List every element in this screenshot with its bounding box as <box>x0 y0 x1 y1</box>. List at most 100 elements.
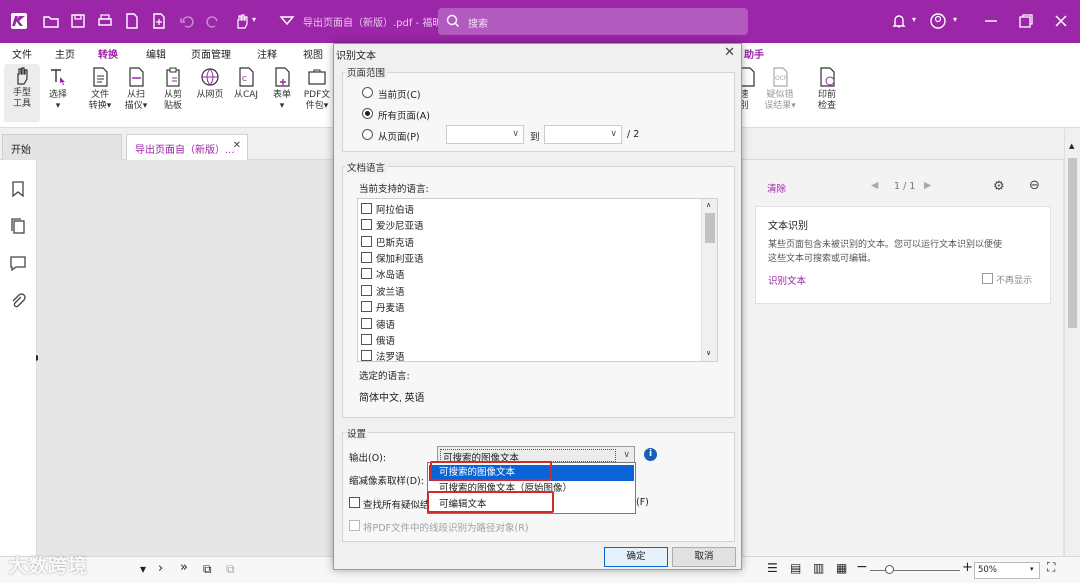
zoom-slider[interactable] <box>870 570 960 571</box>
search-input[interactable]: 搜索 <box>438 8 748 35</box>
language-checkbox[interactable] <box>361 252 372 263</box>
list-item[interactable]: 丹麦语 <box>361 299 691 315</box>
to-page-select[interactable]: ∨ <box>544 125 622 144</box>
chevron-down-icon[interactable]: ▾ <box>912 15 930 33</box>
list-item[interactable]: 波兰语 <box>361 283 691 299</box>
find-suspects-checkbox[interactable] <box>349 497 360 508</box>
open-folder-icon[interactable] <box>42 12 60 30</box>
paste-icon[interactable]: ⧉ <box>226 562 235 577</box>
single-page-icon[interactable]: ☰ <box>767 561 778 575</box>
print-icon[interactable] <box>96 12 114 30</box>
close-icon[interactable] <box>1052 12 1070 30</box>
clear-link[interactable]: 清除 <box>767 181 786 195</box>
from-caj-button[interactable]: C 从CAJ <box>228 66 264 101</box>
language-checkbox[interactable] <box>361 236 372 247</box>
save-icon[interactable] <box>69 12 87 30</box>
language-list[interactable]: 阿拉伯语 爱沙尼亚语 巴斯克语 保加利亚语 冰岛语 波兰语 丹麦语 德语 俄语 … <box>357 198 718 362</box>
hand-tool-button[interactable]: 手型 工具 <box>4 64 40 122</box>
menu-organize[interactable]: 页面管理 <box>191 46 231 61</box>
list-item[interactable]: 保加利亚语 <box>361 250 691 266</box>
language-checkbox[interactable] <box>361 203 372 214</box>
prev-page-icon[interactable]: ▾ <box>140 562 146 576</box>
list-item[interactable]: 巴斯克语 <box>361 234 691 250</box>
last-page-icon[interactable]: » <box>180 560 188 575</box>
fullscreen-icon[interactable]: ⛶ <box>1047 560 1055 575</box>
form-button[interactable]: 表单 ▾ <box>264 66 300 112</box>
settings-gear-icon[interactable]: ⚙ <box>993 179 1005 194</box>
next-arrow-icon[interactable]: ▶ <box>924 180 931 191</box>
zoom-select[interactable]: 50% ▾ <box>974 562 1040 579</box>
chevron-down-icon[interactable]: ▾ <box>953 15 971 33</box>
close-icon[interactable]: ✕ <box>724 45 735 60</box>
copy-icon[interactable]: ⧉ <box>203 562 212 577</box>
close-tab-icon[interactable]: ✕ <box>233 140 241 151</box>
list-item[interactable]: 德语 <box>361 316 691 332</box>
tab-document[interactable]: 导出页面自（新版）... ✕ <box>126 134 248 160</box>
recognize-text-link[interactable]: 识别文本 <box>768 273 806 287</box>
suspect-results-button[interactable]: OCR 疑似错 误结果▾ <box>760 66 800 112</box>
list-item[interactable]: 冰岛语 <box>361 266 691 282</box>
from-page-radio[interactable] <box>362 129 373 140</box>
menu-view[interactable]: 视图 <box>303 46 323 61</box>
preflight-button[interactable]: 印前 检查 <box>809 66 845 112</box>
chevron-down-icon[interactable]: ▾ <box>252 15 270 33</box>
prev-arrow-icon[interactable]: ◀ <box>871 180 878 191</box>
comment-icon[interactable] <box>9 254 27 272</box>
language-list-scrollbar[interactable]: ∧ ∨ <box>701 199 717 361</box>
scroll-thumb[interactable] <box>1068 158 1077 328</box>
language-checkbox[interactable] <box>361 285 372 296</box>
line-paths-checkbox[interactable] <box>349 520 360 531</box>
dont-show-checkbox[interactable] <box>982 273 993 284</box>
list-item[interactable]: 阿拉伯语 <box>361 201 691 217</box>
language-checkbox[interactable] <box>361 219 372 230</box>
bookmark-icon[interactable] <box>9 180 27 198</box>
menu-comment[interactable]: 注释 <box>257 46 277 61</box>
bell-icon[interactable] <box>890 12 908 30</box>
tab-home[interactable]: 开始 <box>2 134 122 160</box>
cover-icon[interactable]: ▦ <box>836 561 847 575</box>
undo-icon[interactable] <box>178 12 196 30</box>
current-page-radio[interactable] <box>362 87 373 98</box>
next-page-icon[interactable]: › <box>158 561 163 576</box>
file-convert-button[interactable]: 文件 转换▾ <box>82 66 118 112</box>
from-clipboard-button[interactable]: 从剪 贴板 <box>155 66 191 112</box>
scroll-thumb[interactable] <box>705 213 715 243</box>
all-pages-radio[interactable] <box>362 108 373 119</box>
menu-file[interactable]: 文件 <box>12 46 32 61</box>
new-doc-icon[interactable] <box>123 12 141 30</box>
vertical-scrollbar[interactable]: ▲ <box>1064 128 1080 556</box>
redo-icon[interactable] <box>204 12 222 30</box>
attachment-icon[interactable] <box>9 292 27 310</box>
language-checkbox[interactable] <box>361 350 372 361</box>
select-button[interactable]: 选择 ▾ <box>40 66 76 112</box>
menu-edit[interactable]: 编辑 <box>146 46 166 61</box>
ok-button[interactable]: 确定 <box>604 547 668 567</box>
list-item[interactable]: 爱沙尼亚语 <box>361 217 691 233</box>
language-checkbox[interactable] <box>361 318 372 329</box>
cancel-button[interactable]: 取消 <box>672 547 736 567</box>
collapse-icon[interactable]: ⊖ <box>1029 178 1040 193</box>
continuous-icon[interactable]: ▤ <box>790 561 801 575</box>
from-scanner-button[interactable]: 从扫 描仪▾ <box>118 66 154 112</box>
zoom-out-icon[interactable]: − <box>856 559 868 575</box>
add-page-icon[interactable] <box>150 12 168 30</box>
pages-icon[interactable] <box>9 217 27 235</box>
hand-tool-icon[interactable] <box>232 12 250 30</box>
facing-icon[interactable]: ▥ <box>813 561 824 575</box>
pdf-portfolio-button[interactable]: PDF文 件包▾ <box>299 66 335 112</box>
minimize-icon[interactable] <box>982 12 1000 30</box>
from-webpage-button[interactable]: 从网页 <box>192 66 228 101</box>
from-page-select[interactable]: ∨ <box>446 125 524 144</box>
language-checkbox[interactable] <box>361 334 372 345</box>
list-item[interactable]: 俄语 <box>361 332 691 348</box>
customize-toolbar-icon[interactable] <box>278 12 296 30</box>
zoom-slider-thumb[interactable] <box>885 565 894 574</box>
info-icon[interactable]: i <box>644 448 657 461</box>
restore-icon[interactable] <box>1017 12 1035 30</box>
menu-assistant[interactable]: 助手 <box>744 46 764 61</box>
list-item[interactable]: 法罗语 <box>361 348 691 361</box>
account-icon[interactable] <box>929 12 947 30</box>
menu-home[interactable]: 主页 <box>55 46 75 61</box>
language-checkbox[interactable] <box>361 301 372 312</box>
language-checkbox[interactable] <box>361 268 372 279</box>
